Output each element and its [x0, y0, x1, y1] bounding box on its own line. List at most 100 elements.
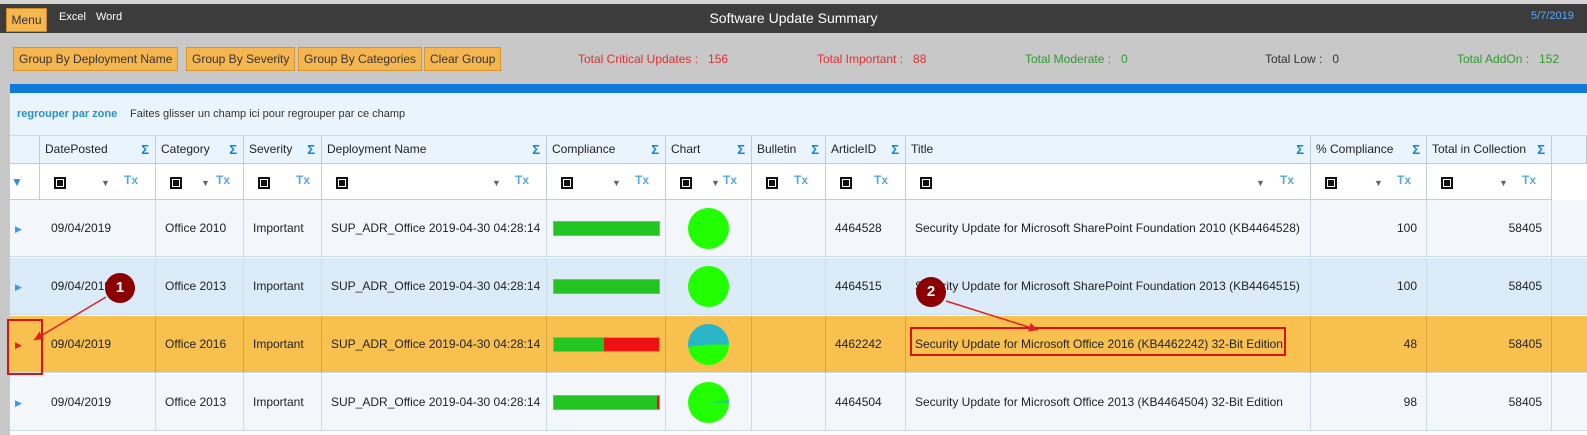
col-header-deployment[interactable]: Deployment Name Σ	[322, 136, 547, 164]
group-by-deployment-button[interactable]: Group By Deployment Name	[13, 47, 179, 71]
filter-category[interactable]: ▼ Tx	[156, 164, 244, 200]
clear-filter-icon[interactable]: Tx	[874, 173, 888, 187]
cell-severity: Important	[244, 258, 322, 315]
clear-filter-icon[interactable]: Tx	[635, 173, 649, 187]
filter-operator-icon[interactable]	[170, 177, 182, 189]
col-header-category[interactable]: Category Σ	[156, 136, 244, 164]
cell-articleid: 4464515	[826, 258, 906, 315]
group-by-categories-button[interactable]: Group By Categories	[298, 47, 423, 71]
filter-operator-icon[interactable]	[920, 177, 932, 189]
chevron-down-icon[interactable]: ▼	[1256, 178, 1265, 188]
sigma-icon[interactable]: Σ	[1412, 136, 1420, 163]
filter-operator-icon[interactable]	[258, 177, 270, 189]
col-header-label: ArticleID	[831, 142, 877, 156]
col-header-bulletin[interactable]: Bulletin Σ	[752, 136, 826, 164]
clear-filter-icon[interactable]: Tx	[124, 173, 138, 187]
cell-title: Security Update for Microsoft Office 201…	[906, 374, 1311, 431]
group-zone-hint: Faites glisser un champ ici pour regroup…	[130, 108, 406, 120]
filter-operator-icon[interactable]	[1325, 177, 1337, 189]
col-header-severity[interactable]: Severity Σ	[244, 136, 322, 164]
cell-deployment: SUP_ADR_Office 2019-04-30 04:28:14	[322, 316, 547, 373]
expand-row-icon[interactable]: ▶	[15, 224, 22, 235]
col-header-dateposted[interactable]: DatePosted Σ	[40, 136, 156, 164]
filter-operator-icon[interactable]	[561, 177, 573, 189]
chevron-down-icon[interactable]: ▼	[612, 178, 621, 188]
sigma-icon[interactable]: Σ	[141, 136, 149, 163]
expand-row-icon[interactable]: ▶	[15, 398, 22, 409]
filter-articleid[interactable]: Tx	[826, 164, 906, 200]
group-by-severity-button[interactable]: Group By Severity	[186, 47, 296, 71]
clear-filter-icon[interactable]: Tx	[216, 173, 230, 187]
cell-category: Office 2013	[156, 258, 244, 315]
stat-critical: Total Critical Updates : 156	[578, 52, 728, 66]
cell-severity: Important	[244, 200, 322, 257]
cell-title: Security Update for Microsoft SharePoint…	[906, 258, 1311, 315]
chevron-down-icon[interactable]: ▼	[101, 178, 110, 188]
filter-operator-icon[interactable]	[680, 177, 692, 189]
clear-filter-icon[interactable]: Tx	[1522, 173, 1536, 187]
filter-compliance[interactable]: ▼ Tx	[547, 164, 666, 200]
compliance-bar	[553, 279, 660, 294]
table-row[interactable]: ▶ 09/04/2019▼ Office 2013 Important SUP_…	[10, 374, 1587, 431]
cell-deployment: SUP_ADR_Office 2019-04-30 04:28:14	[322, 258, 547, 315]
clear-filter-icon[interactable]: Tx	[723, 173, 737, 187]
stat-important-label: Total Important :	[817, 52, 904, 66]
clear-filter-icon[interactable]: Tx	[296, 173, 310, 187]
filter-pct-compliance[interactable]: ▼ Tx	[1311, 164, 1427, 200]
sigma-icon[interactable]: Σ	[1537, 136, 1545, 163]
table-row[interactable]: ▶ 09/04/2019▼ Office 2010 Important SUP_…	[10, 200, 1587, 257]
table-row[interactable]: ▶ 09/04/2019▼ Office 2013 Important SUP_…	[10, 258, 1587, 315]
expand-row-icon[interactable]: ▶	[15, 282, 22, 293]
app-title: Software Update Summary	[709, 10, 878, 26]
sigma-icon[interactable]: Σ	[307, 136, 315, 163]
clear-filter-icon[interactable]: Tx	[794, 173, 808, 187]
chevron-down-icon[interactable]: ▼	[492, 178, 501, 188]
clear-filter-icon[interactable]: Tx	[515, 173, 529, 187]
filter-operator-icon[interactable]	[1441, 177, 1453, 189]
chevron-down-icon[interactable]: ▼	[201, 178, 210, 188]
filter-operator-icon[interactable]	[54, 177, 66, 189]
grid-top-bar	[10, 84, 1587, 93]
stat-important: Total Important : 88	[817, 52, 926, 66]
filter-operator-icon[interactable]	[840, 177, 852, 189]
stat-addon: Total AddOn : 152	[1457, 52, 1559, 66]
chevron-down-icon[interactable]: ▼	[711, 178, 720, 188]
col-header-articleid[interactable]: ArticleID Σ	[826, 136, 906, 164]
callout-badge-1: 1	[105, 273, 135, 303]
filter-operator-icon[interactable]	[336, 177, 348, 189]
filter-title[interactable]: ▼ Tx	[906, 164, 1311, 200]
col-header-total[interactable]: Total in Collection Σ	[1427, 136, 1552, 164]
chevron-down-icon[interactable]: ▼	[1499, 178, 1508, 188]
sigma-icon[interactable]: Σ	[651, 136, 659, 163]
clear-group-button[interactable]: Clear Group	[424, 47, 502, 71]
filter-chart[interactable]: ▼ Tx	[666, 164, 752, 200]
chevron-down-icon[interactable]: ▼	[1374, 178, 1383, 188]
group-drop-zone[interactable]: regrouper par zone Faites glisser un cha…	[10, 93, 1587, 136]
sigma-icon[interactable]: Σ	[811, 136, 819, 163]
sigma-icon[interactable]: Σ	[891, 136, 899, 163]
col-header-compliance[interactable]: Compliance Σ	[547, 136, 666, 164]
filter-icon[interactable]: ▼	[11, 175, 23, 189]
clear-filter-icon[interactable]: Tx	[1397, 173, 1411, 187]
sigma-icon[interactable]: Σ	[532, 136, 540, 163]
filter-severity[interactable]: Tx	[244, 164, 322, 200]
cell-category: Office 2013	[156, 374, 244, 431]
sigma-icon[interactable]: Σ	[1296, 136, 1304, 163]
clear-filter-icon[interactable]: Tx	[1280, 173, 1294, 187]
filter-total[interactable]: ▼ Tx	[1427, 164, 1552, 200]
sigma-icon[interactable]: Σ	[737, 136, 745, 163]
col-header-chart[interactable]: Chart Σ	[666, 136, 752, 164]
sigma-icon[interactable]: Σ	[229, 136, 237, 163]
col-header-title[interactable]: Title Σ	[906, 136, 1311, 164]
stat-moderate-label: Total Moderate :	[1025, 52, 1112, 66]
stat-moderate: Total Moderate : 0	[1025, 52, 1128, 66]
filter-dateposted[interactable]: ▼ Tx	[40, 164, 156, 200]
filter-deployment[interactable]: ▼ Tx	[322, 164, 547, 200]
cell-compliance	[547, 258, 666, 315]
filter-operator-icon[interactable]	[766, 177, 778, 189]
table-row-selected[interactable]: ▶ 09/04/2019▼ Office 2016 Important SUP_…	[10, 316, 1587, 373]
filter-bulletin[interactable]: Tx	[752, 164, 826, 200]
cell-chart	[666, 316, 752, 373]
col-header-pct-compliance[interactable]: % Compliance Σ	[1311, 136, 1427, 164]
cell-severity: Important	[244, 374, 322, 431]
